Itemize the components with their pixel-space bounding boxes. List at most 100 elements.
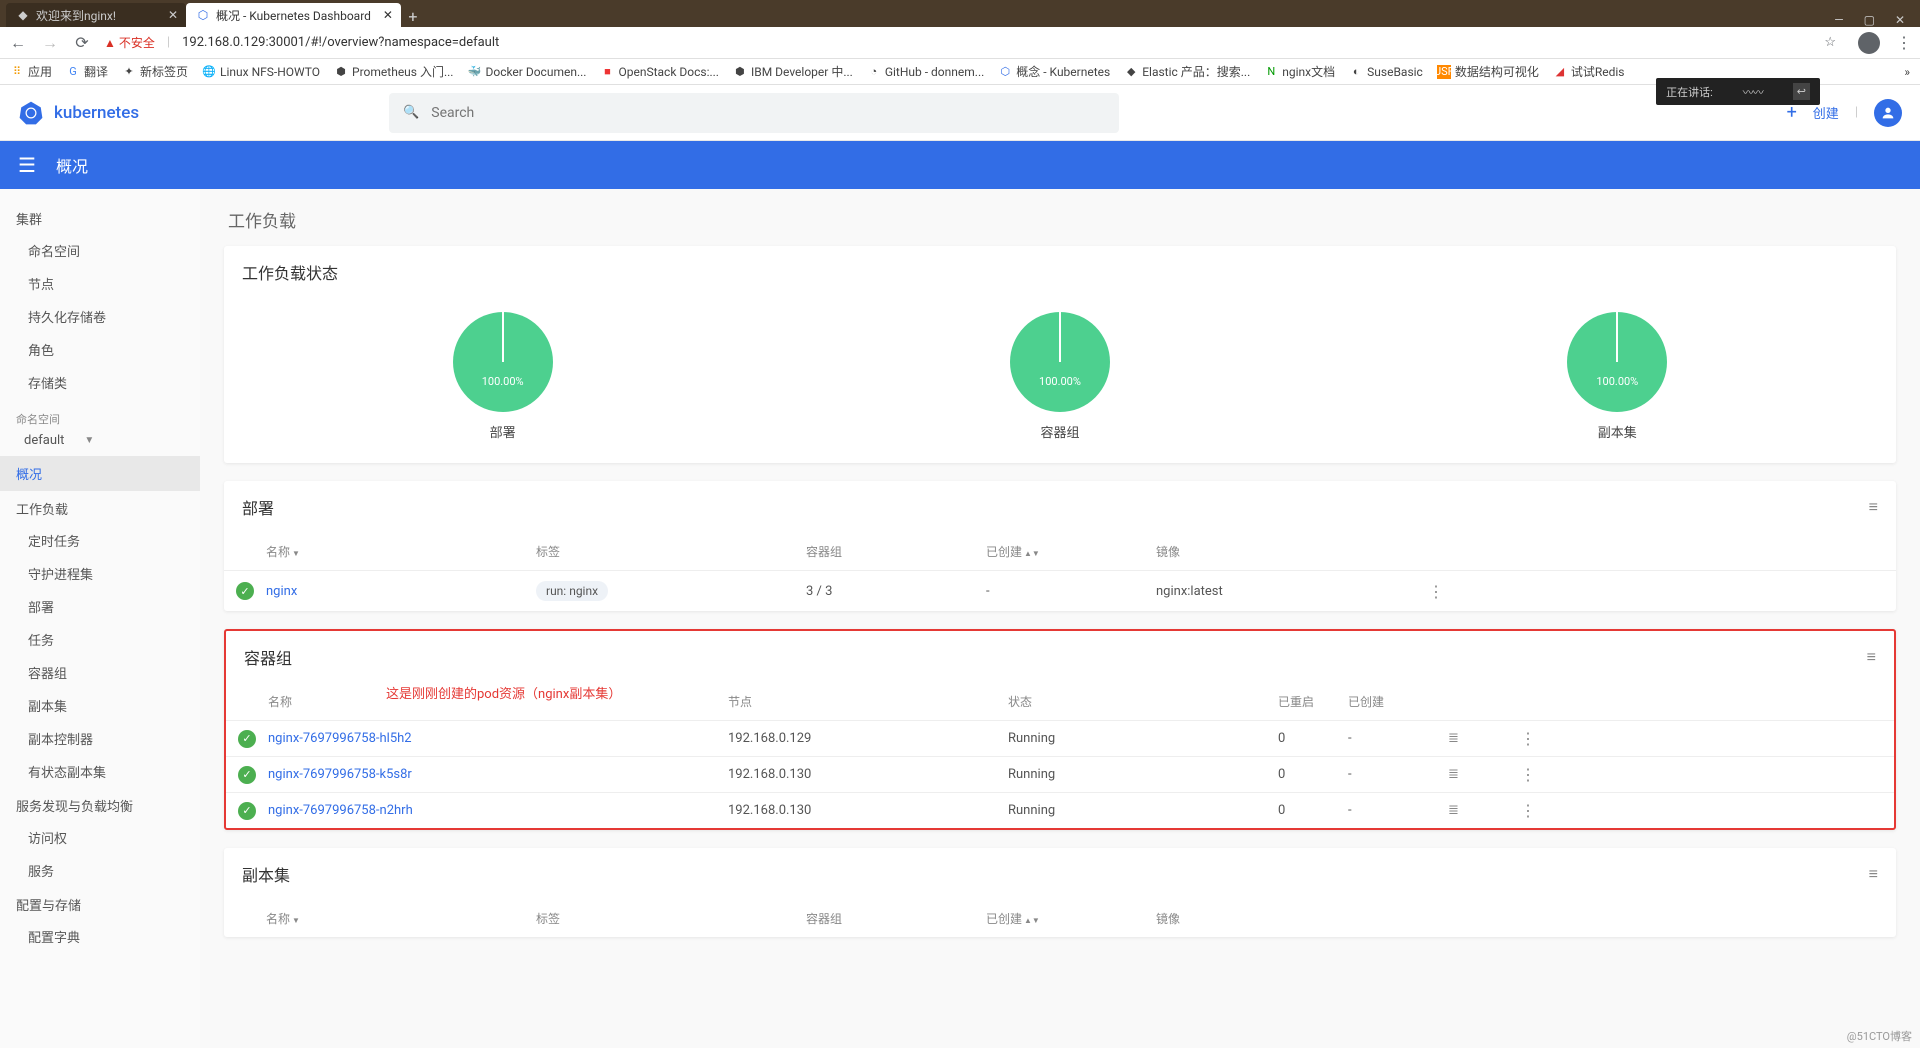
col-labels[interactable]: 标签 — [536, 543, 806, 560]
bookmarks-overflow[interactable]: » — [1904, 65, 1910, 79]
row-menu-icon[interactable]: ⋮ — [1508, 729, 1548, 748]
col-created[interactable]: 已创建 — [986, 543, 1156, 560]
bookmark-nginx-docs[interactable]: Nnginx文档 — [1264, 63, 1335, 80]
bookmark-redis[interactable]: ◢试试Redis — [1553, 63, 1625, 80]
sidebar-item-nodes[interactable]: 节点 — [0, 267, 200, 300]
url-bar[interactable]: 192.168.0.129:30001/#!/overview?namespac… — [182, 35, 499, 50]
sidebar-item-pv[interactable]: 持久化存储卷 — [0, 300, 200, 333]
kubernetes-logo[interactable]: kubernetes — [18, 100, 139, 126]
bookmark-datastructure[interactable]: USF数据结构可视化 — [1437, 63, 1539, 80]
browser-menu-icon[interactable]: ⋮ — [1896, 33, 1912, 52]
restarts: 0 — [1278, 767, 1348, 782]
bookmark-newtab[interactable]: ✦新标签页 — [122, 63, 188, 80]
col-pods[interactable]: 容器组 — [806, 910, 986, 927]
sidebar-item-roles[interactable]: 角色 — [0, 333, 200, 366]
pod-link[interactable]: nginx-7697996758-k5s8r — [268, 767, 728, 782]
logs-icon[interactable]: ≣ — [1448, 803, 1508, 818]
user-avatar[interactable] — [1874, 99, 1902, 127]
bookmark-prometheus[interactable]: ⬢Prometheus 入门... — [334, 63, 453, 80]
browser-navbar: ← → ⟳ ▲ 不安全 | 192.168.0.129:30001/#!/ove… — [0, 27, 1920, 59]
hamburger-icon[interactable]: ☰ — [18, 153, 36, 177]
back-icon[interactable]: ← — [8, 33, 28, 53]
bookmark-linux-nfs[interactable]: 🌐Linux NFS-HOWTO — [202, 65, 320, 79]
col-name[interactable]: 名称 — [266, 910, 536, 927]
col-images[interactable]: 镜像 — [1156, 543, 1416, 560]
logs-icon[interactable]: ≣ — [1448, 731, 1508, 746]
created: - — [1348, 767, 1448, 782]
bookmark-k8s-concepts[interactable]: ⬡概念 - Kubernetes — [998, 63, 1110, 80]
row-menu-icon[interactable]: ⋮ — [1508, 801, 1548, 820]
close-icon[interactable]: ✕ — [1895, 13, 1905, 27]
label-chip: run: nginx — [536, 581, 608, 601]
sidebar-item-cronjobs[interactable]: 定时任务 — [0, 524, 200, 557]
node-ip: 192.168.0.130 — [728, 767, 1008, 782]
sidebar-item-deployments[interactable]: 部署 — [0, 590, 200, 623]
browser-tab-nginx[interactable]: ◆ 欢迎来到nginx! ✕ — [6, 3, 186, 27]
close-icon[interactable]: ✕ — [383, 8, 393, 22]
sidebar-item-daemonsets[interactable]: 守护进程集 — [0, 557, 200, 590]
col-name[interactable]: 名称 — [266, 543, 536, 560]
new-tab-button[interactable]: + — [401, 5, 425, 27]
logs-icon[interactable]: ≣ — [1448, 767, 1508, 782]
reply-icon[interactable]: ↩ — [1793, 83, 1810, 100]
row-menu-icon[interactable]: ⋮ — [1416, 582, 1456, 601]
sidebar-item-services[interactable]: 服务 — [0, 854, 200, 887]
bookmark-openstack[interactable]: ■OpenStack Docs:... — [600, 65, 719, 79]
pod-link[interactable]: nginx-7697996758-n2hrh — [268, 803, 728, 818]
table-row: ✓ nginx-7697996758-k5s8r 192.168.0.130 R… — [226, 756, 1894, 792]
card-title: 部署 — [242, 495, 274, 519]
close-icon[interactable]: ✕ — [168, 8, 178, 22]
minimize-icon[interactable]: — — [1834, 13, 1843, 27]
security-warning[interactable]: ▲ 不安全 — [104, 34, 155, 51]
sidebar-item-ingresses[interactable]: 访问权 — [0, 821, 200, 854]
bookmark-apps[interactable]: ⠿应用 — [10, 63, 52, 80]
bookmark-elastic[interactable]: ◆Elastic 产品：搜索... — [1124, 63, 1250, 80]
maximize-icon[interactable]: ▢ — [1864, 13, 1875, 27]
filter-icon[interactable]: ≡ — [1869, 497, 1878, 517]
create-plus-icon[interactable]: + — [1787, 102, 1797, 123]
create-button[interactable]: 创建 — [1813, 103, 1839, 122]
filter-icon[interactable]: ≡ — [1867, 647, 1876, 667]
bookmark-suse[interactable]: ◐SuseBasic — [1349, 65, 1423, 79]
sidebar-item-statefulsets[interactable]: 有状态副本集 — [0, 755, 200, 788]
suse-icon: ◐ — [1349, 65, 1363, 79]
pod-link[interactable]: nginx-7697996758-hl5h2 — [268, 731, 728, 746]
bookmark-docker[interactable]: 🐳Docker Documen... — [467, 65, 586, 79]
sidebar-item-jobs[interactable]: 任务 — [0, 623, 200, 656]
sidebar-item-namespaces[interactable]: 命名空间 — [0, 234, 200, 267]
sidebar-item-rc[interactable]: 副本控制器 — [0, 722, 200, 755]
col-labels[interactable]: 标签 — [536, 910, 806, 927]
col-restarts[interactable]: 已重启 — [1278, 693, 1348, 710]
col-images[interactable]: 镜像 — [1156, 910, 1416, 927]
reload-icon[interactable]: ⟳ — [72, 33, 92, 52]
bookmark-github[interactable]: ◔GitHub - donnem... — [867, 65, 984, 79]
sidebar-item-storageclasses[interactable]: 存储类 — [0, 366, 200, 399]
forward-icon[interactable]: → — [40, 33, 60, 53]
sidebar-item-overview[interactable]: 概况 — [0, 456, 200, 491]
browser-tab-dashboard[interactable]: ⬡ 概况 - Kubernetes Dashboard ✕ — [186, 3, 401, 27]
search-input[interactable] — [431, 105, 1105, 121]
sidebar-item-replicasets[interactable]: 副本集 — [0, 689, 200, 722]
favicon-nginx-icon: ◆ — [16, 8, 30, 22]
card-title: 容器组 — [244, 645, 292, 669]
table-header: 名称 标签 容器组 已创建 镜像 — [224, 900, 1896, 937]
bookmark-star-icon[interactable]: ☆ — [1824, 35, 1836, 50]
search-box[interactable]: 🔍 — [389, 93, 1119, 133]
namespace-select[interactable]: default ▼ — [0, 429, 200, 456]
sidebar-item-pods[interactable]: 容器组 — [0, 656, 200, 689]
k8s-icon: ⬡ — [998, 65, 1012, 79]
row-menu-icon[interactable]: ⋮ — [1508, 765, 1548, 784]
bookmark-translate[interactable]: G翻译 — [66, 63, 108, 80]
filter-icon[interactable]: ≡ — [1869, 864, 1878, 884]
col-pods[interactable]: 容器组 — [806, 543, 986, 560]
charts-row: 100.00% 部署 100.00% 容器组 100.00% 副本集 — [224, 298, 1896, 463]
col-node[interactable]: 节点 — [728, 693, 1008, 710]
profile-avatar[interactable] — [1858, 32, 1880, 54]
star-icon: ✦ — [122, 65, 136, 79]
deployment-link[interactable]: nginx — [266, 584, 536, 599]
bookmark-ibm[interactable]: ⬢IBM Developer 中... — [733, 63, 853, 80]
col-created[interactable]: 已创建 — [1348, 693, 1448, 710]
col-status[interactable]: 状态 — [1008, 693, 1278, 710]
col-created[interactable]: 已创建 — [986, 910, 1156, 927]
sidebar-item-configmaps[interactable]: 配置字典 — [0, 920, 200, 953]
